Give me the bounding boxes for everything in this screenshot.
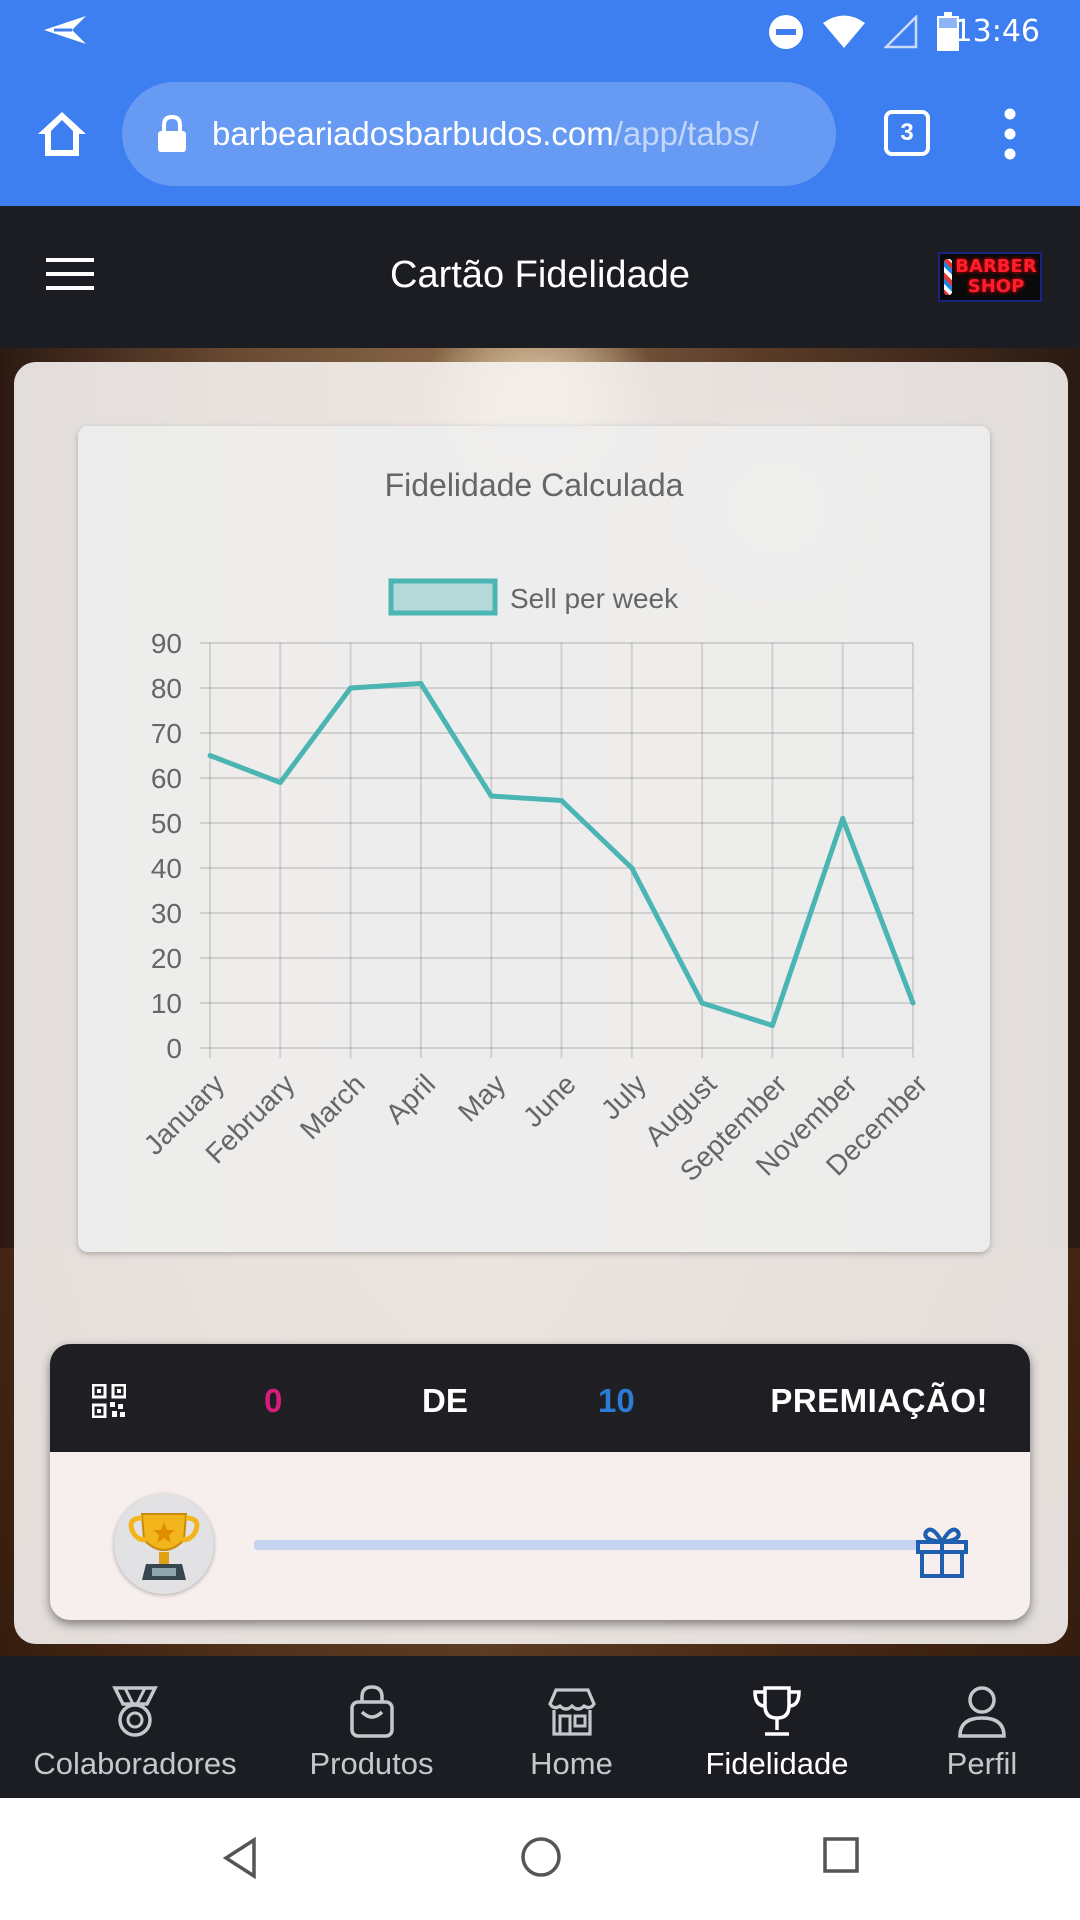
fidelity-card: 0 DE 10 PREMIAÇÃO! [50,1344,1030,1620]
data-point [418,681,424,686]
fidelity-header: 0 DE 10 PREMIAÇÃO! [50,1344,1030,1452]
data-point [840,816,846,821]
stamps-separator: DE [422,1382,468,1419]
home-nav-icon[interactable] [520,1836,562,1878]
medal-icon [112,1686,158,1737]
page-title: Cartão Fidelidade [390,254,690,296]
data-point [559,798,564,803]
logo-text-line1: BARBER [955,256,1037,277]
data-point [699,1000,705,1006]
qr-code-icon[interactable] [92,1384,126,1418]
trophy-badge [114,1494,214,1594]
lock-icon [158,115,186,152]
tab-fidelidade[interactable]: Fidelidade [670,1656,884,1798]
y-tick-label: 80 [151,673,182,704]
chart-card: Fidelidade Calculada Sell per week 0 10 20 30… [78,426,990,1252]
x-tick-label: June [517,1068,582,1133]
legend-label: Sell per week [510,583,679,614]
status-time: 13:46 [953,14,1040,49]
line-chart: Fidelidade Calculada Sell per week 0 10 20 30… [138,467,933,1187]
y-tick-label: 50 [151,808,182,839]
home-icon[interactable] [34,106,90,162]
y-tick-label: 0 [166,1033,182,1064]
more-vert-icon[interactable] [990,106,1030,162]
tab-perfil[interactable]: Perfil [884,1656,1080,1798]
y-tick-label: 90 [151,628,182,659]
trophy-icon [128,1513,200,1580]
tab-colaboradores[interactable]: Colaboradores [0,1656,270,1798]
y-tick-label: 70 [151,718,182,749]
y-tick-label: 20 [151,943,182,974]
url-domain: barbeariadosbarbudos.com [212,115,614,152]
tab-label: Colaboradores [33,1746,237,1781]
person-icon [958,1686,1006,1738]
chart-title: Fidelidade Calculada [385,467,684,503]
trophy-icon [753,1686,801,1736]
signal-icon [884,15,918,49]
x-tick-label: July [595,1068,652,1125]
url-path: /app/tabs/ [613,115,759,152]
reward-label: PREMIAÇÃO! [770,1382,988,1419]
tab-label: Perfil [946,1746,1018,1781]
x-tick-label: March [294,1068,371,1145]
data-point [629,865,635,871]
storefront-icon [547,1688,596,1736]
tab-switcher-button[interactable]: 3 [884,110,930,156]
x-tick-label: April [380,1068,442,1130]
data-point [488,793,494,799]
x-tick-label: May [452,1068,511,1127]
url-text: barbeariadosbarbudos.com/app/tabs/ [212,115,759,153]
tab-label: Home [530,1746,613,1781]
tab-label: Produtos [309,1746,434,1781]
y-tick-label: 10 [151,988,182,1019]
status-bar: 13:46 [0,0,1080,62]
send-icon [44,16,86,44]
shopping-bag-icon [349,1685,394,1738]
legend-swatch [388,578,498,616]
wifi-icon [823,15,865,48]
logo-text-line2: SHOP [967,276,1025,297]
back-nav-icon[interactable] [222,1836,258,1880]
barber-shop-logo: BARBER SHOP [938,252,1042,302]
data-point [348,685,354,691]
gift-icon[interactable] [912,1520,972,1580]
y-tick-label: 30 [151,898,182,929]
fidelity-progress-bar [254,1540,918,1550]
tab-label: Fidelidade [705,1746,849,1781]
app-header: Cartão Fidelidade BARBER SHOP [0,206,1080,348]
stamps-current: 0 [264,1382,283,1419]
barber-pole-icon [944,259,952,295]
data-point [277,780,283,785]
browser-toolbar: barbeariadosbarbudos.com/app/tabs/ 3 [0,62,1080,206]
recents-nav-icon[interactable] [822,1836,860,1874]
data-point [910,1000,916,1006]
tab-produtos[interactable]: Produtos [270,1656,473,1798]
data-point [207,753,213,758]
system-navigation-bar [0,1798,1080,1920]
y-tick-label: 40 [151,853,182,884]
y-tick-label: 60 [151,763,182,794]
tab-home[interactable]: Home [473,1656,670,1798]
stamps-total: 10 [598,1382,635,1419]
do-not-disturb-icon [769,15,803,49]
bottom-tab-bar: Colaboradores Produtos Home Fidelidade P… [0,1656,1080,1798]
address-bar[interactable]: barbeariadosbarbudos.com/app/tabs/ [122,82,836,186]
data-point [769,1023,775,1028]
